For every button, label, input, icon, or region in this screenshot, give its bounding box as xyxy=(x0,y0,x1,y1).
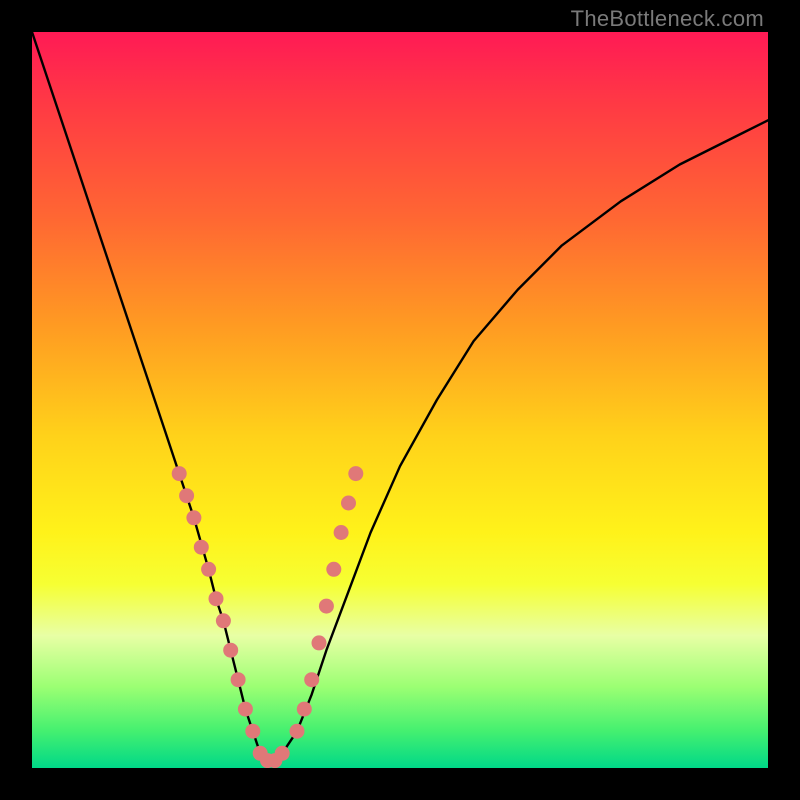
curve-markers xyxy=(172,466,364,768)
chart-frame: TheBottleneck.com xyxy=(0,0,800,800)
curve-marker xyxy=(312,635,327,650)
bottleneck-curve xyxy=(32,32,768,761)
curve-marker xyxy=(304,672,319,687)
curve-marker xyxy=(216,613,231,628)
curve-marker xyxy=(297,702,312,717)
curve-marker xyxy=(348,466,363,481)
watermark-text: TheBottleneck.com xyxy=(571,6,764,32)
curve-marker xyxy=(231,672,246,687)
curve-marker xyxy=(334,525,349,540)
curve-marker xyxy=(326,562,341,577)
curve-marker xyxy=(201,562,216,577)
chart-overlay xyxy=(32,32,768,768)
curve-marker xyxy=(275,746,290,761)
curve-marker xyxy=(238,702,253,717)
curve-marker xyxy=(341,496,356,511)
curve-marker xyxy=(186,510,201,525)
curve-marker xyxy=(179,488,194,503)
curve-marker xyxy=(223,643,238,658)
curve-marker xyxy=(194,540,209,555)
curve-marker xyxy=(172,466,187,481)
curve-marker xyxy=(209,591,224,606)
curve-marker xyxy=(319,599,334,614)
curve-marker xyxy=(290,724,305,739)
curve-marker xyxy=(245,724,260,739)
